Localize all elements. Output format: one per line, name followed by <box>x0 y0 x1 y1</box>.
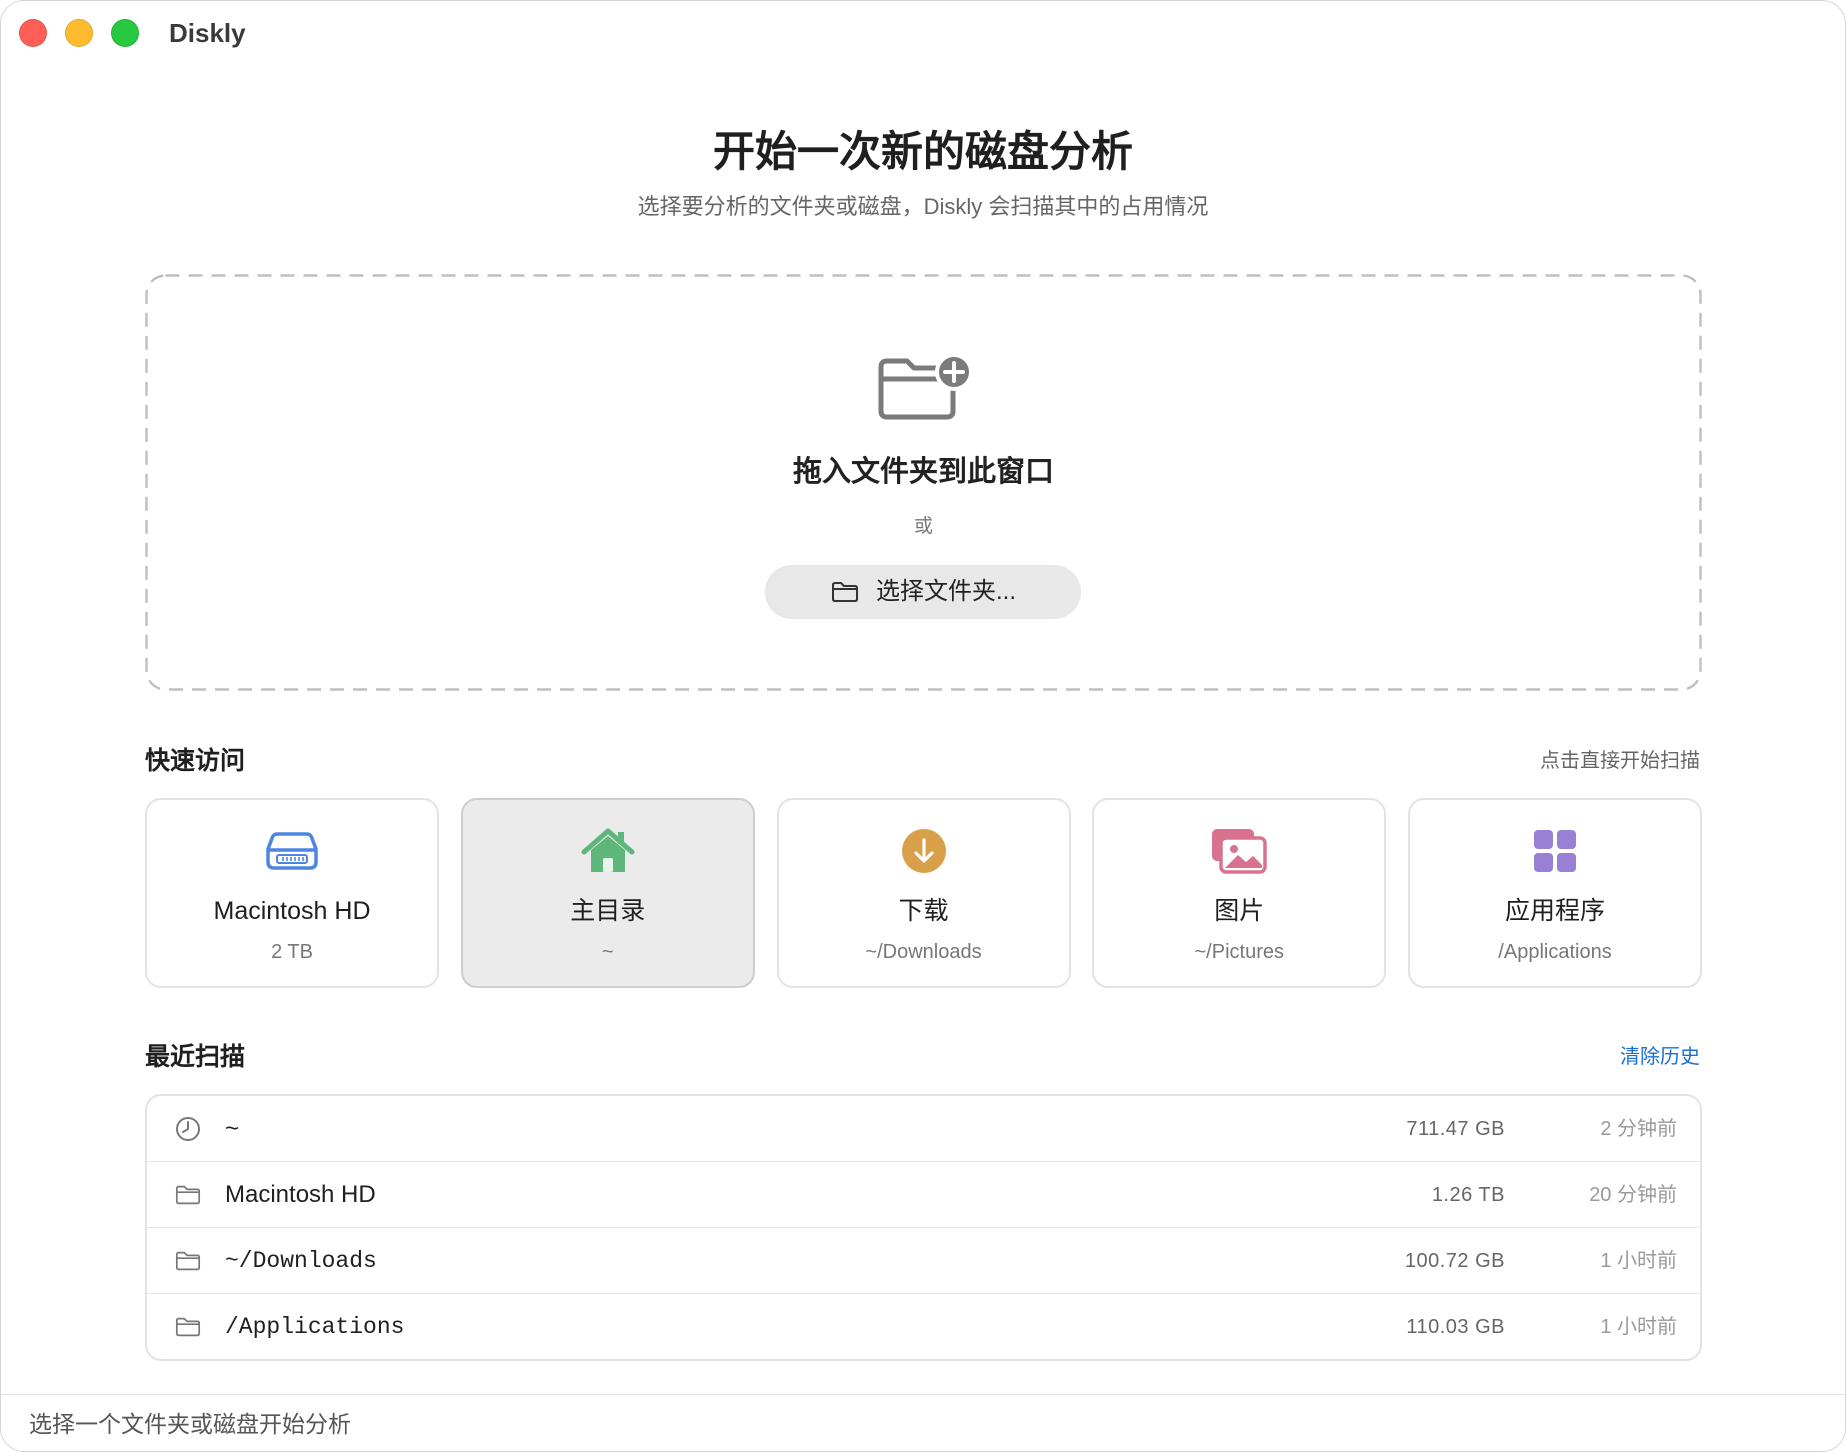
minimize-window-button[interactable] <box>65 19 93 47</box>
quick-access-hint: 点击直接开始扫描 <box>1540 750 1700 772</box>
recent-scan-name: ~ <box>225 1114 240 1142</box>
drop-zone-or-text: 或 <box>913 516 933 537</box>
recent-scan-size: 110.03 GB <box>1406 1315 1505 1338</box>
recent-scan-name: Macintosh HD <box>225 1180 376 1208</box>
quick-access-home[interactable]: 主目录 ~ <box>460 798 755 988</box>
quick-access-downloads[interactable]: 下载 ~/Downloads <box>776 798 1071 988</box>
page-subtitle: 选择要分析的文件夹或磁盘，Diskly 会扫描其中的占用情况 <box>637 194 1209 219</box>
status-bar: 选择一个文件夹或磁盘开始分析 <box>1 1394 1845 1451</box>
hard-drive-icon <box>266 832 318 870</box>
download-circle-icon <box>901 829 946 873</box>
folder-icon <box>175 1317 201 1336</box>
card-subtitle: /Applications <box>1498 941 1612 963</box>
card-subtitle: 2 TB <box>271 941 313 963</box>
recent-scan-size: 100.72 GB <box>1404 1249 1505 1272</box>
quick-access-macintosh-hd[interactable]: Macintosh HD 2 TB <box>145 798 439 988</box>
photos-icon <box>1212 829 1267 874</box>
drop-zone[interactable]: 拖入文件夹到此窗口 或 选择文件夹... <box>145 274 1702 691</box>
recent-scan-time: 1 小时前 <box>1600 1315 1677 1338</box>
zoom-window-button[interactable] <box>111 19 139 47</box>
card-title: 图片 <box>1214 897 1265 925</box>
recent-scan-size: 711.47 GB <box>1406 1117 1505 1140</box>
folder-plus-icon <box>878 353 973 420</box>
quick-access-title: 快速访问 <box>145 747 246 775</box>
card-title: 应用程序 <box>1504 897 1605 925</box>
folder-icon <box>175 1251 201 1270</box>
folder-icon <box>831 582 858 602</box>
page-title: 开始一次新的磁盘分析 <box>712 128 1133 175</box>
window-title: Diskly <box>169 18 246 48</box>
card-title: Macintosh HD <box>213 897 371 925</box>
recent-scan-row[interactable]: ~/Downloads 100.72 GB 1 小时前 <box>147 1227 1700 1293</box>
close-window-button[interactable] <box>19 19 47 47</box>
card-subtitle: ~ <box>601 941 614 963</box>
choose-folder-button[interactable]: 选择文件夹... <box>765 565 1081 619</box>
recent-scan-size: 1.26 TB <box>1431 1183 1505 1206</box>
recent-scan-time: 2 分钟前 <box>1600 1117 1677 1140</box>
clock-icon <box>176 1116 200 1141</box>
recent-scan-row[interactable]: Macintosh HD 1.26 TB 20 分钟前 <box>147 1161 1700 1227</box>
clear-history-link[interactable]: 清除历史 <box>1620 1044 1700 1070</box>
card-title: 主目录 <box>570 897 646 925</box>
recent-scan-time: 20 分钟前 <box>1589 1183 1677 1206</box>
status-text: 选择一个文件夹或磁盘开始分析 <box>29 1411 351 1437</box>
card-title: 下载 <box>898 897 949 925</box>
recent-scan-name: /Applications <box>225 1313 405 1340</box>
choose-folder-label: 选择文件夹... <box>875 578 1016 605</box>
quick-access-applications[interactable]: 应用程序 /Applications <box>1408 798 1702 988</box>
recent-scans-title: 最近扫描 <box>145 1043 246 1071</box>
recent-scan-row[interactable]: ~ 711.47 GB 2 分钟前 <box>147 1096 1700 1161</box>
app-grid-icon <box>1534 830 1576 872</box>
recent-scan-row[interactable]: /Applications 110.03 GB 1 小时前 <box>147 1293 1700 1359</box>
recent-scan-time: 1 小时前 <box>1600 1249 1677 1272</box>
recent-scans-list: ~ 711.47 GB 2 分钟前 Macintosh HD 1.26 TB 2… <box>145 1094 1702 1361</box>
house-icon <box>581 828 635 872</box>
quick-access-cards: Macintosh HD 2 TB 主目录 ~ 下载 ~/Downloads 图… <box>145 798 1702 988</box>
folder-icon <box>175 1185 201 1204</box>
drop-zone-label: 拖入文件夹到此窗口 <box>792 456 1054 488</box>
app-window: Diskly 开始一次新的磁盘分析 选择要分析的文件夹或磁盘，Diskly 会扫… <box>0 0 1846 1452</box>
recent-scan-name: ~/Downloads <box>225 1247 377 1274</box>
card-subtitle: ~/Downloads <box>865 941 982 963</box>
quick-access-pictures[interactable]: 图片 ~/Pictures <box>1092 798 1387 988</box>
card-subtitle: ~/Pictures <box>1194 941 1284 963</box>
